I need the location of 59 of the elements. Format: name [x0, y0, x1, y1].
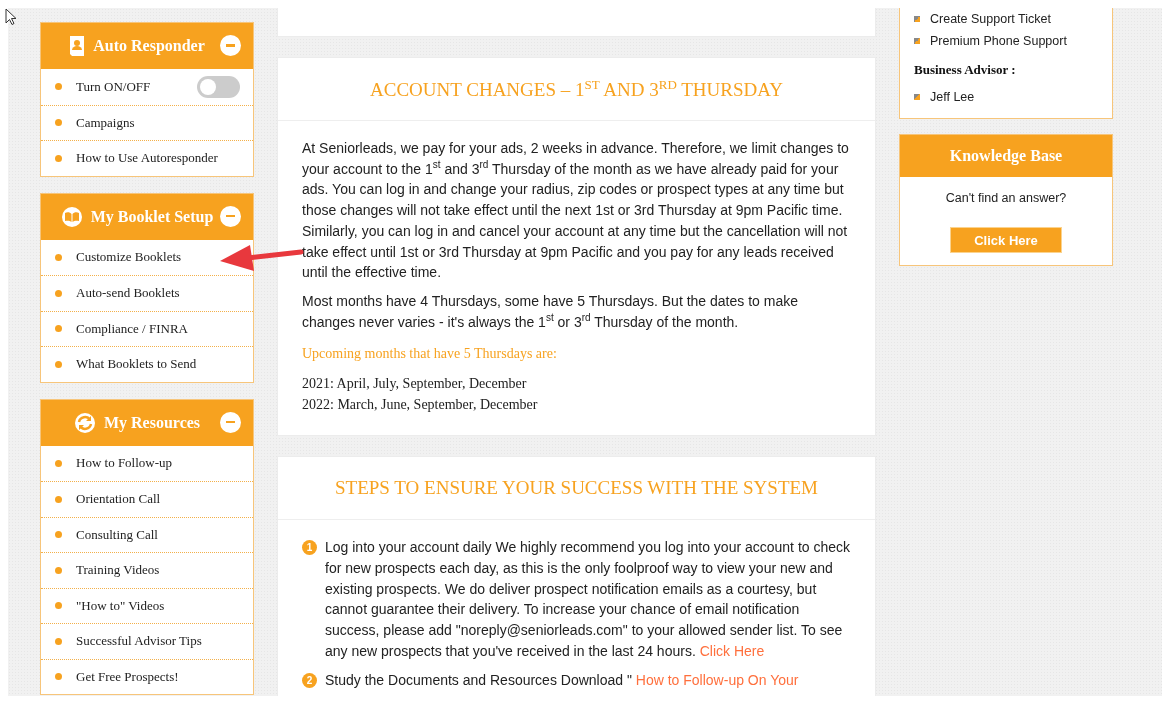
sidebar-link[interactable]: Turn ON/OFF: [76, 78, 151, 95]
bullet-icon: [55, 325, 62, 333]
bullet-icon: [55, 637, 62, 645]
bullet-icon: [55, 531, 62, 539]
sidebar-link[interactable]: Campaigns: [76, 114, 135, 131]
bullet-icon: [55, 253, 62, 261]
contact-card-icon: [69, 35, 86, 57]
sidebar-link[interactable]: Get Free Prospects!: [76, 668, 179, 685]
sidebar-link[interactable]: Orientation Call: [76, 491, 161, 508]
panel-title: My Resources: [103, 413, 201, 432]
sidebar-link[interactable]: Customize Booklets: [76, 249, 182, 266]
sidebar-link[interactable]: How to Use Autoresponder: [76, 150, 218, 167]
year-list: 2022: March, June, September, December: [302, 394, 851, 416]
sidebar-link[interactable]: Successful Advisor Tips: [76, 633, 202, 650]
bullet-icon: [55, 495, 62, 503]
collapse-icon[interactable]: [220, 35, 241, 56]
bullet-icon: [55, 459, 62, 467]
paragraph: At Seniorleads, we pay for your ads, 2 weeks in advance. Therefore, we limit changes to your account to the 1$^{st}$ and 3$^{rd}$ Thursday of the month as we have already paid for your ads. You can log in and change your radius, zip codes or prospect types at any time but those changes will not take effect until the next 1st or 3rd Thursday at 9pm Pacific time. Similarly, you can log in and cancel your account at any time but the cancellation will not take effect until 1st or 3rd Thursday at 9pm Pacific and you pay for any leads received until the effective time.: [302, 139, 850, 283]
sidebar-link[interactable]: Auto-send Booklets: [76, 285, 180, 302]
book-icon: [60, 205, 83, 228]
step-text: Log into your account daily We highly recommend you log into your account to check for new prospects each day, as this is the only foolproof way to view your new and existing prospects. We do deliver prospect notification emails as a courtesy, but cannot guarantee their delivery. To increase your chance of email notification success, please add "noreply@seniorleads.com" to your allowed sender list. To see any new prospects that you've received in the last 24 hours. Click Here: [325, 538, 851, 661]
support-link[interactable]: Create Support Ticket: [930, 12, 1051, 26]
bullet-icon: [55, 289, 62, 297]
step-number: 1: [302, 540, 317, 556]
year-list: 2021: April, July, September, December: [302, 374, 851, 395]
paragraph: Most months have 4 Thursdays, some have 5 Thursdays. But the dates to make changes never varies - it's always the 1$^{st}$ or 3$^{rd}$ Thursday of the month.: [302, 291, 799, 332]
prompt-text: Can't find an answer?: [945, 191, 1067, 205]
sidebar-link[interactable]: What Booklets to Send: [76, 356, 197, 373]
bullet-icon: [55, 83, 62, 91]
refresh-icon: [73, 411, 96, 434]
panel-title: Auto Responder: [93, 37, 205, 55]
bullet-icon: [55, 566, 62, 574]
sidebar-link[interactable]: "How to" Videos: [76, 597, 165, 614]
collapse-icon[interactable]: [220, 411, 241, 433]
cursor-icon: [5, 8, 17, 26]
toggle-switch[interactable]: [197, 76, 240, 98]
sidebar-link[interactable]: Compliance / FINRA: [76, 320, 188, 337]
bullet-icon: [914, 94, 920, 100]
bullet-icon: [55, 154, 62, 162]
collapse-icon[interactable]: [220, 205, 241, 227]
bullet-icon: [55, 673, 62, 681]
step-number: 2: [302, 672, 317, 688]
panel-title: My Booklet Setup: [90, 207, 214, 226]
bullet-icon: [55, 602, 62, 610]
card-title: ACCOUNT CHANGES – 1$^{ST}$ AND 3$^{RD}$ THURSDAY: [370, 76, 783, 102]
bullet-icon: [914, 16, 920, 22]
bullet-icon: [914, 38, 920, 44]
bullet-icon: [55, 119, 62, 127]
sidebar-link[interactable]: Training Videos: [76, 562, 160, 579]
support-link[interactable]: Premium Phone Support: [930, 34, 1067, 48]
section-heading: Business Advisor :: [914, 62, 1017, 78]
card-title: STEPS TO ENSURE YOUR SUCCESS WITH THE SYSTEM: [335, 477, 818, 500]
step-text: Study the Documents and Resources Download " How to Follow-up On Your: [325, 670, 799, 690]
bullet-icon: [55, 360, 62, 368]
sidebar-link[interactable]: How to Follow-up: [76, 455, 173, 472]
advisor-name: Jeff Lee: [930, 90, 975, 104]
panel-title: Knowledge Base: [949, 147, 1063, 165]
sidebar-link[interactable]: Consulting Call: [76, 526, 158, 543]
subheading: Upcoming months that have 5 Thursdays are:: [302, 346, 558, 363]
